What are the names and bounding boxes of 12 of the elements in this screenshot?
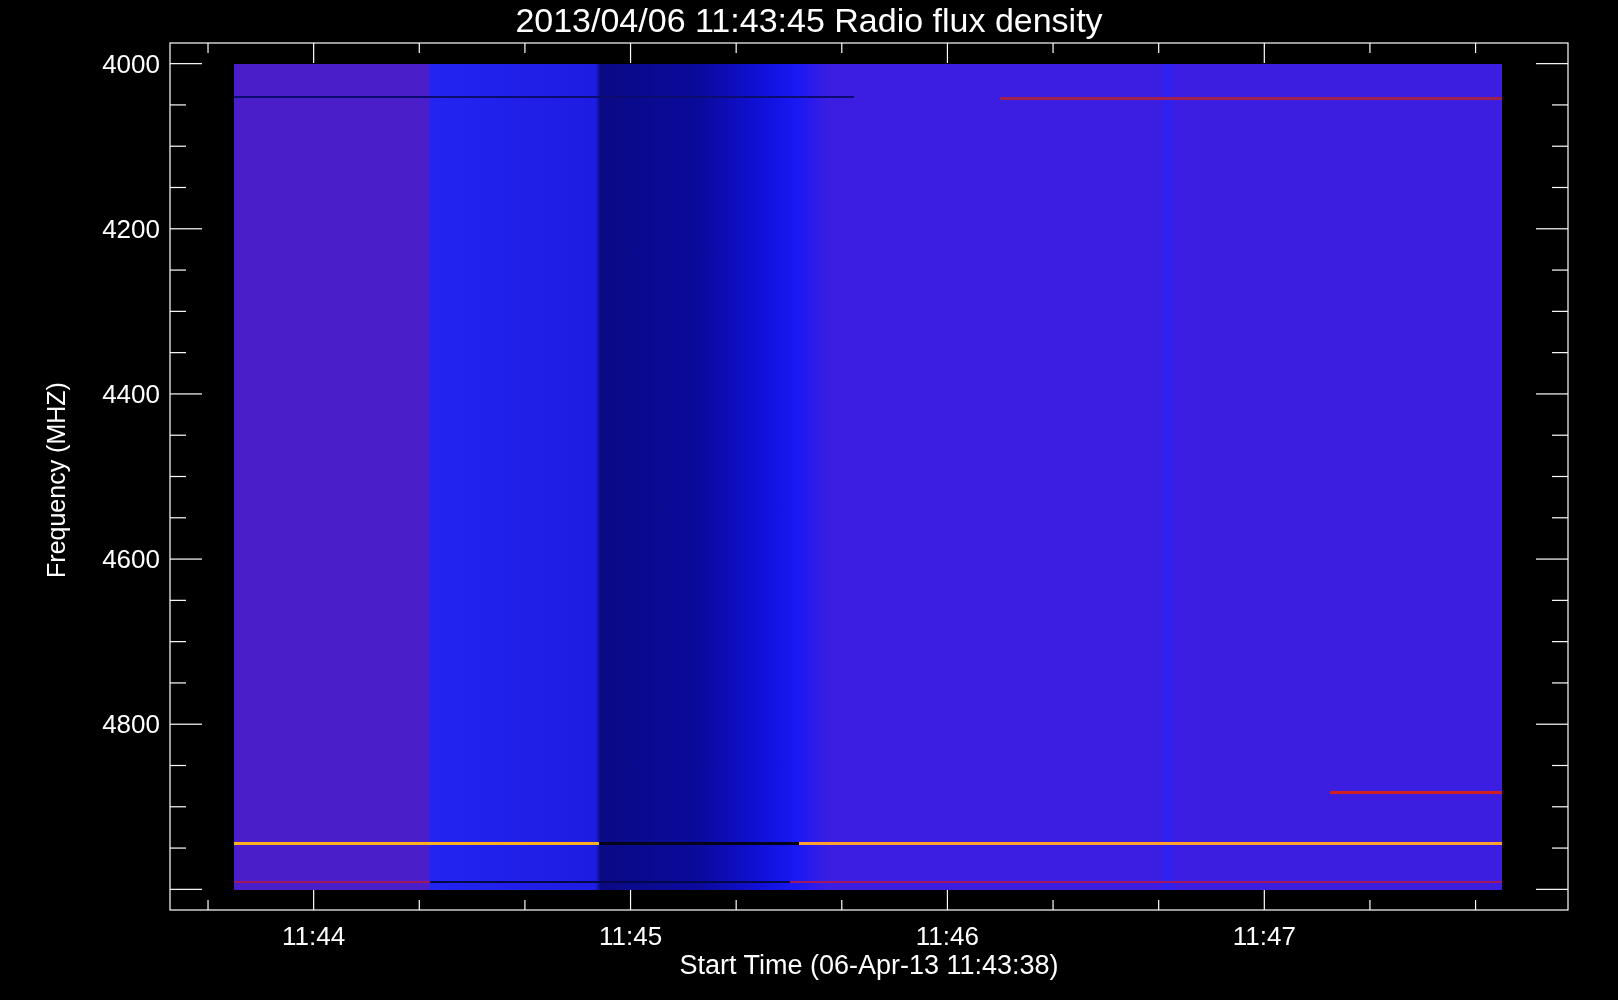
axis-title: Start Time (06-Apr-13 11:43:38) — [679, 950, 1059, 980]
x-tick-label: 11:47 — [1232, 921, 1296, 951]
y-tick-label: 4600 — [102, 544, 160, 575]
plot-title: 2013/04/06 11:43:45 Radio flux density — [515, 1, 1103, 39]
x-tick-label: 11:45 — [598, 921, 663, 951]
x-tick-label: 11:46 — [915, 921, 979, 951]
x-tick-label: 11:44 — [282, 921, 346, 951]
y-tick-label: 4200 — [102, 213, 160, 244]
y-tick-label: 4000 — [102, 48, 160, 79]
axis-title: Frequency (MHZ) — [42, 382, 70, 578]
y-tick-label: 4400 — [102, 378, 160, 409]
y-tick-label: 4800 — [102, 709, 160, 740]
